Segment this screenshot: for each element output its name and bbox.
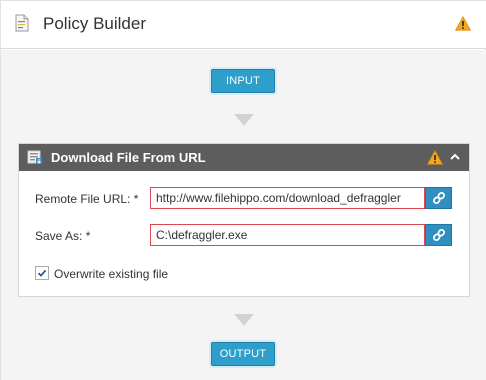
output-node-label: OUTPUT bbox=[219, 348, 267, 360]
chevron-up-icon[interactable] bbox=[447, 149, 463, 165]
overwrite-checkbox[interactable] bbox=[35, 266, 49, 280]
header-bar: Policy Builder bbox=[1, 1, 486, 49]
flow-arrow-down-icon bbox=[234, 314, 254, 326]
link-icon bbox=[432, 228, 445, 242]
remote-url-link-button[interactable] bbox=[425, 187, 452, 209]
step-title: Download File From URL bbox=[51, 150, 206, 165]
output-node-button[interactable]: OUTPUT bbox=[211, 342, 275, 366]
step-header[interactable]: Download File From URL bbox=[19, 144, 469, 171]
input-node-button[interactable]: INPUT bbox=[211, 69, 275, 93]
checkmark-icon bbox=[37, 269, 47, 277]
download-file-step-card: Download File From URL Remote File URL: … bbox=[18, 143, 470, 297]
save-as-link-button[interactable] bbox=[425, 224, 452, 246]
overwrite-label[interactable]: Overwrite existing file bbox=[54, 267, 168, 281]
link-icon bbox=[432, 191, 445, 205]
remote-url-input[interactable]: http://www.filehippo.com/download_defrag… bbox=[150, 187, 425, 209]
step-warning-icon[interactable] bbox=[427, 150, 443, 165]
save-as-input[interactable]: C:\defraggler.exe bbox=[150, 224, 425, 246]
save-as-label: Save As: * bbox=[35, 229, 91, 243]
page-title: Policy Builder bbox=[43, 14, 146, 33]
download-file-icon bbox=[27, 150, 42, 164]
flow-arrow-down-icon bbox=[234, 114, 254, 126]
policy-builder-window: Policy Builder INPUT Download File From … bbox=[0, 0, 486, 380]
input-node-label: INPUT bbox=[226, 75, 260, 87]
remote-url-label: Remote File URL: * bbox=[35, 192, 139, 206]
warning-icon[interactable] bbox=[455, 16, 471, 31]
document-icon bbox=[15, 14, 29, 32]
